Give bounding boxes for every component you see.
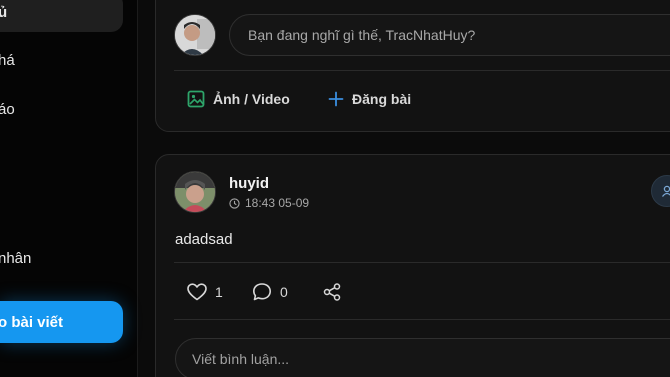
post-composer: Bạn đang nghĩ gì thế, TracNhatHuy? Ảnh /… bbox=[155, 0, 670, 132]
like-button[interactable]: 1 bbox=[187, 280, 223, 304]
share-icon bbox=[323, 283, 341, 301]
sidebar-item-notifications[interactable]: áo bbox=[0, 89, 123, 129]
sidebar: ủ há áo nhân o bài viết bbox=[0, 0, 138, 377]
comment-button[interactable]: 0 bbox=[252, 280, 288, 304]
avatar-image bbox=[175, 172, 215, 212]
sidebar-item-label: ủ bbox=[0, 3, 8, 21]
sidebar-item-home[interactable]: ủ bbox=[0, 0, 123, 32]
post-timestamp: 18:43 05-09 bbox=[245, 196, 310, 210]
post-card: huyid 18:43 05-09 adadsad 1 0 Viết bình … bbox=[155, 154, 670, 377]
post-time: 18:43 05-09 bbox=[229, 196, 309, 210]
share-button[interactable] bbox=[322, 280, 342, 304]
post-username[interactable]: huyid bbox=[229, 175, 269, 192]
add-media-label: Ảnh / Video bbox=[213, 91, 290, 107]
publish-post-button[interactable]: Đăng bài bbox=[328, 85, 411, 113]
comment-count: 0 bbox=[280, 284, 288, 300]
plus-icon bbox=[328, 91, 344, 107]
create-post-button[interactable]: o bài viết bbox=[0, 301, 123, 343]
comment-input[interactable]: Viết bình luận... bbox=[175, 338, 670, 377]
avatar-image bbox=[175, 15, 215, 55]
post-content: adadsad bbox=[175, 231, 233, 248]
sidebar-item-label: nhân bbox=[0, 249, 32, 267]
clock-icon bbox=[229, 197, 240, 209]
add-media-button[interactable]: Ảnh / Video bbox=[187, 85, 290, 113]
avatar[interactable] bbox=[174, 14, 216, 56]
heart-icon bbox=[187, 283, 207, 301]
app-root: ủ há áo nhân o bài viết Bạn đang nghĩ gì… bbox=[0, 0, 670, 377]
status-input[interactable]: Bạn đang nghĩ gì thế, TracNhatHuy? bbox=[229, 14, 670, 56]
sidebar-item-label: há bbox=[0, 51, 15, 69]
divider bbox=[174, 262, 670, 263]
avatar[interactable] bbox=[174, 171, 216, 213]
create-post-label: o bài viết bbox=[0, 313, 64, 331]
divider bbox=[174, 70, 670, 71]
user-icon bbox=[661, 185, 670, 197]
divider bbox=[174, 319, 670, 320]
sidebar-item-profile[interactable]: nhân bbox=[0, 238, 123, 278]
like-count: 1 bbox=[215, 284, 223, 300]
profile-action-button[interactable] bbox=[651, 175, 670, 207]
sidebar-item-label: áo bbox=[0, 100, 15, 118]
publish-post-label: Đăng bài bbox=[352, 91, 412, 107]
comment-icon bbox=[253, 283, 271, 301]
image-icon bbox=[187, 90, 205, 108]
sidebar-item-explore[interactable]: há bbox=[0, 40, 123, 80]
